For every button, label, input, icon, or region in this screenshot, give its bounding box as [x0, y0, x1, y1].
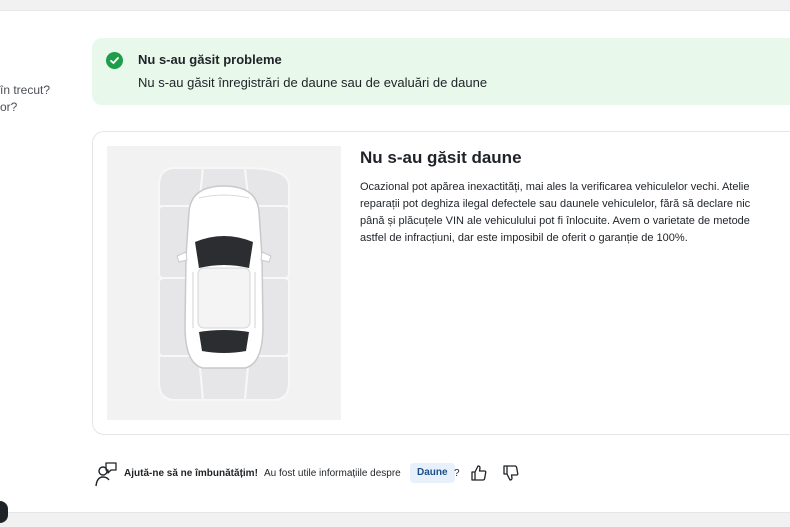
- feedback-bar: Ajută-ne să ne îmbunătățim! Au fost util…: [92, 460, 790, 488]
- feedback-person-icon: [94, 461, 118, 492]
- bottom-band: [0, 512, 790, 527]
- car-damage-diagram: [107, 146, 341, 420]
- alert-title: Nu s-au găsit probleme: [138, 52, 282, 67]
- description-line: astfel de infracțiuni, dar este imposibi…: [360, 232, 688, 244]
- feedback-question-mark: ?: [454, 468, 460, 479]
- damage-card-description: Ocazional pot apărea inexactități, mai a…: [360, 179, 790, 247]
- description-line: până și plăcuțele VIN ale vehiculului po…: [360, 215, 750, 227]
- feedback-topic-chip: Daune: [410, 463, 455, 483]
- check-circle-icon: [106, 52, 123, 69]
- no-problems-alert: Nu s-au găsit probleme Nu s-au găsit înr…: [92, 38, 790, 105]
- damage-card-title: Nu s-au găsit daune: [360, 148, 522, 167]
- top-band: [0, 0, 790, 11]
- description-line: reparații pot deghiza ilegal defectele s…: [360, 198, 751, 210]
- thumbs-up-icon[interactable]: [470, 464, 488, 482]
- alert-message: Nu s-au găsit înregistrări de daune sau …: [138, 75, 488, 90]
- feedback-prompt: Au fost utile informațiile despre: [264, 468, 401, 479]
- damage-card: Nu s-au găsit daune Ocazional pot apărea…: [92, 131, 790, 435]
- left-text-fragment: în trecut?: [0, 83, 51, 97]
- thumbs-down-icon[interactable]: [502, 464, 520, 482]
- feedback-prompt-strong: Ajută-ne să ne îmbunătățim!: [124, 468, 258, 479]
- description-line: Ocazional pot apărea inexactități, mai a…: [360, 181, 750, 193]
- left-text-fragment: or?: [0, 100, 18, 114]
